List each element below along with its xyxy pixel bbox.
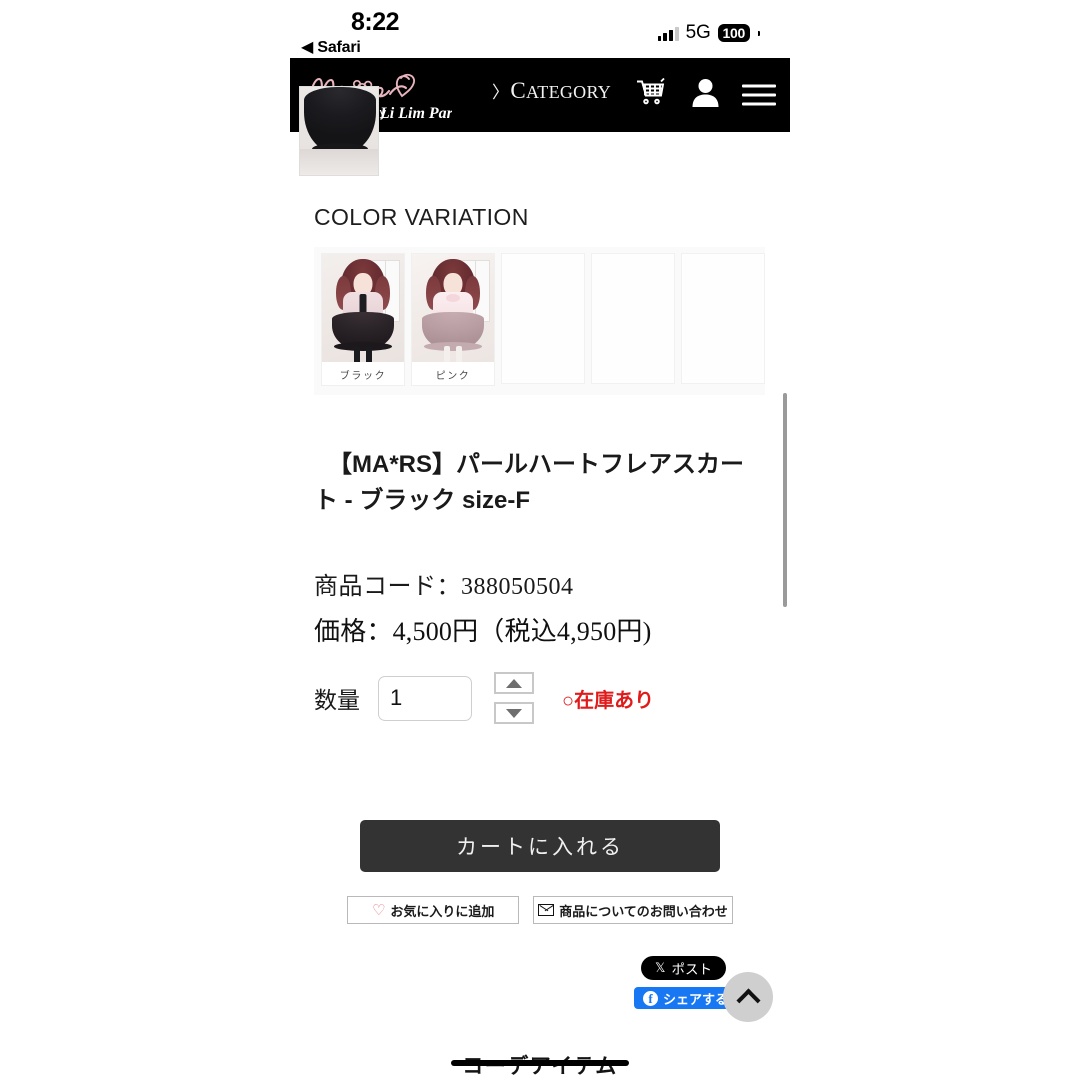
page-scrollbar[interactable] xyxy=(783,393,787,607)
nav-category-label-initial: C xyxy=(510,78,526,103)
x-post-button[interactable]: 𝕏 ポスト xyxy=(641,956,726,981)
logo-brand-name: Li Lim Park xyxy=(379,105,452,122)
social-share-group: 𝕏 ポスト f シェアする 0 xyxy=(290,956,790,1012)
battery-percentage-badge: 100 xyxy=(717,23,750,43)
nav-category-link[interactable]: 〉 C ATEGORY xyxy=(492,78,611,104)
envelope-icon xyxy=(538,904,555,917)
person-icon[interactable] xyxy=(690,77,721,113)
color-swatch-pink[interactable]: ピンク xyxy=(411,253,495,386)
secondary-actions: ♡ お気に入りに追加 商品についてのお問い合わせ xyxy=(290,896,790,925)
product-price: 価格：4,500円（税込4,950円) xyxy=(314,617,652,647)
shopping-cart-icon[interactable] xyxy=(634,77,667,113)
color-swatch-pink-image xyxy=(412,254,494,362)
product-thumbnail-cropped[interactable] xyxy=(299,86,379,176)
product-title: 【MA*RS】パールハートフレアスカート - ブラック size-F xyxy=(314,451,745,514)
product-code: 商品コード：388050504 xyxy=(314,574,574,601)
chevron-up-icon xyxy=(735,987,761,1013)
quantity-decrement-button[interactable] xyxy=(494,702,534,725)
hamburger-menu-icon[interactable] xyxy=(742,79,776,112)
stock-status-badge: ○在庫あり xyxy=(562,689,655,712)
add-to-favorites-button[interactable]: ♡ お気に入りに追加 xyxy=(347,896,520,925)
network-type-label: 5G xyxy=(685,22,711,43)
cellular-signal-icon xyxy=(657,26,679,41)
add-to-favorites-label: お気に入りに追加 xyxy=(390,903,495,919)
menu-line-3 xyxy=(742,102,776,106)
facebook-logo-icon: f xyxy=(643,990,658,1006)
color-variation-list: ブラック ピンク xyxy=(314,247,765,395)
quantity-label: 数量 xyxy=(314,688,360,714)
color-swatch-black[interactable]: ブラック xyxy=(321,253,405,386)
heart-outline-icon: ♡ xyxy=(371,901,386,919)
product-meta: 商品コード：388050504 価格：4,500円（税込4,950円) xyxy=(314,566,790,648)
facebook-share-label: シェアする xyxy=(663,991,729,1007)
status-bar-indicators: 5G 100 xyxy=(657,22,760,44)
product-inquiry-button[interactable]: 商品についてのお問い合わせ xyxy=(533,896,733,925)
color-swatch-empty-3 xyxy=(681,253,765,384)
x-post-label: ポスト xyxy=(671,962,712,978)
color-swatch-pink-label: ピンク xyxy=(435,371,471,382)
screen: 8:22 ◀ Safari 5G 100 by Li Lim Pa 〉 C AT… xyxy=(0,0,1080,1080)
color-swatch-empty-2 xyxy=(591,253,675,384)
chevron-right-icon: 〉 xyxy=(492,83,510,102)
product-thumbnail-strip xyxy=(290,86,790,182)
quantity-increment-button[interactable] xyxy=(494,672,534,695)
status-bar-clock: 8:22 xyxy=(350,8,400,36)
quantity-row: 数量 ○在庫あり xyxy=(314,672,790,725)
product-inquiry-label: 商品についてのお問い合わせ xyxy=(559,903,728,919)
color-swatch-empty-1 xyxy=(501,253,585,384)
quantity-stepper xyxy=(494,672,534,725)
menu-line-2 xyxy=(742,93,776,97)
menu-line-1 xyxy=(742,84,776,88)
add-to-cart-button[interactable]: カートに入れる xyxy=(360,820,720,873)
home-indicator xyxy=(451,1060,629,1066)
battery-tip-icon xyxy=(758,30,760,36)
browser-viewport: WebStore by Li Lim Park 〉 C ATEGORY xyxy=(290,58,790,1080)
color-swatch-black-image xyxy=(322,254,404,362)
x-logo-icon: 𝕏 xyxy=(655,960,666,976)
back-to-safari-link[interactable]: ◀ Safari xyxy=(301,37,361,57)
scroll-to-top-button[interactable] xyxy=(723,972,773,1022)
color-swatch-black-label: ブラック xyxy=(339,371,387,382)
quantity-input[interactable] xyxy=(378,675,472,721)
triangle-up-icon xyxy=(506,678,522,688)
triangle-down-icon xyxy=(506,708,522,718)
color-variation-heading: COLOR VARIATION xyxy=(314,204,529,230)
thumbnail-floor-shape xyxy=(300,149,378,175)
nav-category-label-rest: ATEGORY xyxy=(525,82,612,102)
ios-status-bar: 8:22 ◀ Safari 5G 100 xyxy=(0,0,1080,58)
